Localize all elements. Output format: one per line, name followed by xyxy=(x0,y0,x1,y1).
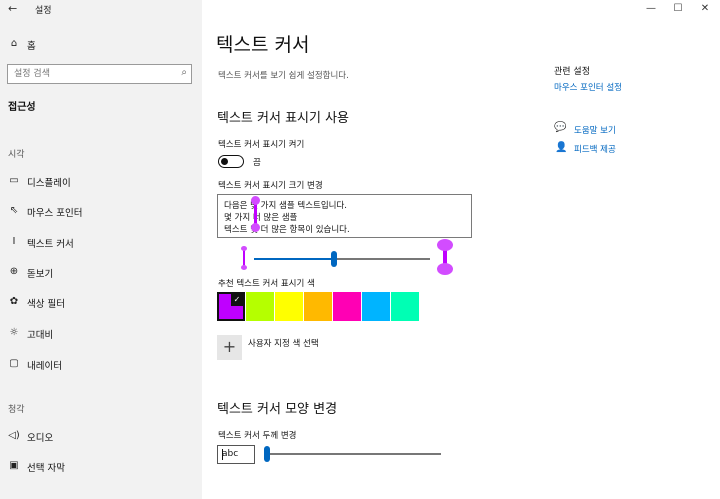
related-settings-title: 관련 설정 xyxy=(554,67,590,77)
page-title: 텍스트 커서 xyxy=(216,34,310,56)
toggle-knob xyxy=(221,157,228,165)
sidebar-item-label: 색상 필터 xyxy=(27,299,65,310)
preview-line: 몇 가지 더 많은 샘플 xyxy=(224,213,298,223)
slider-track xyxy=(334,258,430,260)
sidebar-item-text-cursor[interactable]: Ⅰ 텍스트 커서 xyxy=(0,232,202,254)
page-description: 텍스트 커서를 보기 쉽게 설정합니다. xyxy=(218,71,349,81)
mouse-pointer-settings-link[interactable]: 마우스 포인터 설정 xyxy=(554,81,622,93)
color-label: 추천 텍스트 커서 표시기 색 xyxy=(218,279,315,289)
maximize-button[interactable]: ☐ xyxy=(663,0,693,18)
indicator-toggle-label: 텍스트 커서 표시기 켜기 xyxy=(218,140,305,150)
thickness-preview: abc xyxy=(217,445,255,464)
search-input[interactable] xyxy=(8,65,173,83)
search-icon[interactable]: ⌕ xyxy=(181,67,187,78)
sidebar-item-label: 내레이터 xyxy=(27,361,62,372)
sidebar-item-label: 고대비 xyxy=(27,330,54,341)
text-cursor-icon: Ⅰ xyxy=(12,236,16,247)
sidebar-item-label: 텍스트 커서 xyxy=(27,239,74,250)
magnifier-icon: ⊕ xyxy=(9,266,19,277)
toggle-state-text: 끔 xyxy=(253,158,261,168)
sidebar-item-magnifier[interactable]: ⊕ 돋보기 xyxy=(0,262,202,284)
group-label-vision: 시각 xyxy=(8,150,25,160)
sidebar-item-high-contrast[interactable]: ☼ 고대비 xyxy=(0,323,202,345)
mouse-pointer-icon: ⇖ xyxy=(9,205,19,216)
sidebar-item-closed-captions[interactable]: ▣ 선택 자막 xyxy=(0,456,202,478)
slider-fill xyxy=(254,258,334,260)
slider-track xyxy=(267,453,441,455)
sidebar-item-label: 오디오 xyxy=(27,433,54,444)
color-swatch[interactable] xyxy=(275,292,303,321)
narrator-icon: ▢ xyxy=(9,358,19,369)
high-contrast-icon: ☼ xyxy=(9,327,19,338)
minimize-button[interactable]: — xyxy=(636,0,666,18)
audio-icon: ◁) xyxy=(8,430,20,441)
title-bar: ← 설정 xyxy=(0,0,202,18)
preview-line: 다음은 몇 가지 샘플 텍스트입니다. xyxy=(224,201,347,211)
indicator-size-slider[interactable] xyxy=(254,251,430,267)
custom-color-label: 사용자 지정 색 선택 xyxy=(248,339,319,349)
get-help-link[interactable]: 도움말 보기 xyxy=(574,124,616,136)
home-icon: ⌂ xyxy=(10,38,18,49)
thickness-slider[interactable] xyxy=(264,446,441,462)
section-heading-indicator: 텍스트 커서 표시기 사용 xyxy=(217,111,349,126)
check-icon: ✓ xyxy=(231,294,243,306)
sidebar-item-audio[interactable]: ◁) 오디오 xyxy=(0,426,202,448)
section-heading-appearance: 텍스트 커서 모양 변경 xyxy=(217,402,338,417)
sidebar-item-narrator[interactable]: ▢ 내레이터 xyxy=(0,354,202,376)
help-icon: 💬 xyxy=(554,122,567,133)
color-swatch[interactable] xyxy=(362,292,390,321)
color-swatch[interactable] xyxy=(304,292,332,321)
app-title: 설정 xyxy=(35,6,52,16)
display-icon: ▭ xyxy=(9,175,19,186)
give-feedback-link[interactable]: 피드백 제공 xyxy=(574,143,616,155)
sidebar-item-label: 돋보기 xyxy=(27,269,54,280)
feedback-icon: 👤 xyxy=(555,142,568,153)
sidebar: ← 설정 ⌂ 홈 ⌕ 접근성 시각 ▭ 디스플레이 ⇖ 마우스 포인터 Ⅰ 텍스… xyxy=(0,0,202,499)
sidebar-item-label: 디스플레이 xyxy=(27,178,71,189)
sample-text-preview: 다음은 몇 가지 샘플 텍스트입니다. 몇 가지 더 많은 샘플 텍스트 및 더… xyxy=(217,194,472,238)
thickness-preview-text: abc xyxy=(222,449,239,459)
large-indicator-icon xyxy=(437,239,453,275)
cursor-indicator-preview xyxy=(251,196,260,232)
indicator-size-label: 텍스트 커서 표시기 크기 변경 xyxy=(218,181,323,191)
custom-color-button[interactable]: + xyxy=(217,335,242,360)
slider-thumb[interactable] xyxy=(264,446,270,462)
thickness-preview-caret xyxy=(222,449,223,460)
color-swatch[interactable] xyxy=(333,292,361,321)
slider-thumb[interactable] xyxy=(331,251,337,267)
thickness-label: 텍스트 커서 두께 변경 xyxy=(218,431,297,441)
indicator-toggle[interactable] xyxy=(218,155,244,168)
closed-captions-icon: ▣ xyxy=(9,460,19,471)
color-filter-icon: ✿ xyxy=(9,296,19,307)
group-label-hearing: 청각 xyxy=(8,405,25,415)
small-indicator-icon xyxy=(241,246,247,270)
close-button[interactable]: ✕ xyxy=(690,0,720,18)
color-swatch[interactable]: ✓ xyxy=(217,292,245,321)
current-category: 접근성 xyxy=(8,102,36,113)
color-swatch[interactable] xyxy=(246,292,274,321)
sidebar-item-label: 홈 xyxy=(27,41,36,52)
color-swatch[interactable] xyxy=(391,292,419,321)
back-arrow-icon[interactable]: ← xyxy=(8,2,17,15)
sidebar-item-home[interactable]: ⌂ 홈 xyxy=(0,34,202,56)
settings-search[interactable]: ⌕ xyxy=(7,64,192,84)
sidebar-item-label: 마우스 포인터 xyxy=(27,208,83,219)
sidebar-item-mouse-pointer[interactable]: ⇖ 마우스 포인터 xyxy=(0,201,202,223)
sidebar-item-color-filters[interactable]: ✿ 색상 필터 xyxy=(0,292,202,314)
sidebar-item-display[interactable]: ▭ 디스플레이 xyxy=(0,171,202,193)
preview-line: 텍스트 및 더 많은 항목이 있습니다. xyxy=(224,225,350,235)
sidebar-item-label: 선택 자막 xyxy=(27,463,65,474)
